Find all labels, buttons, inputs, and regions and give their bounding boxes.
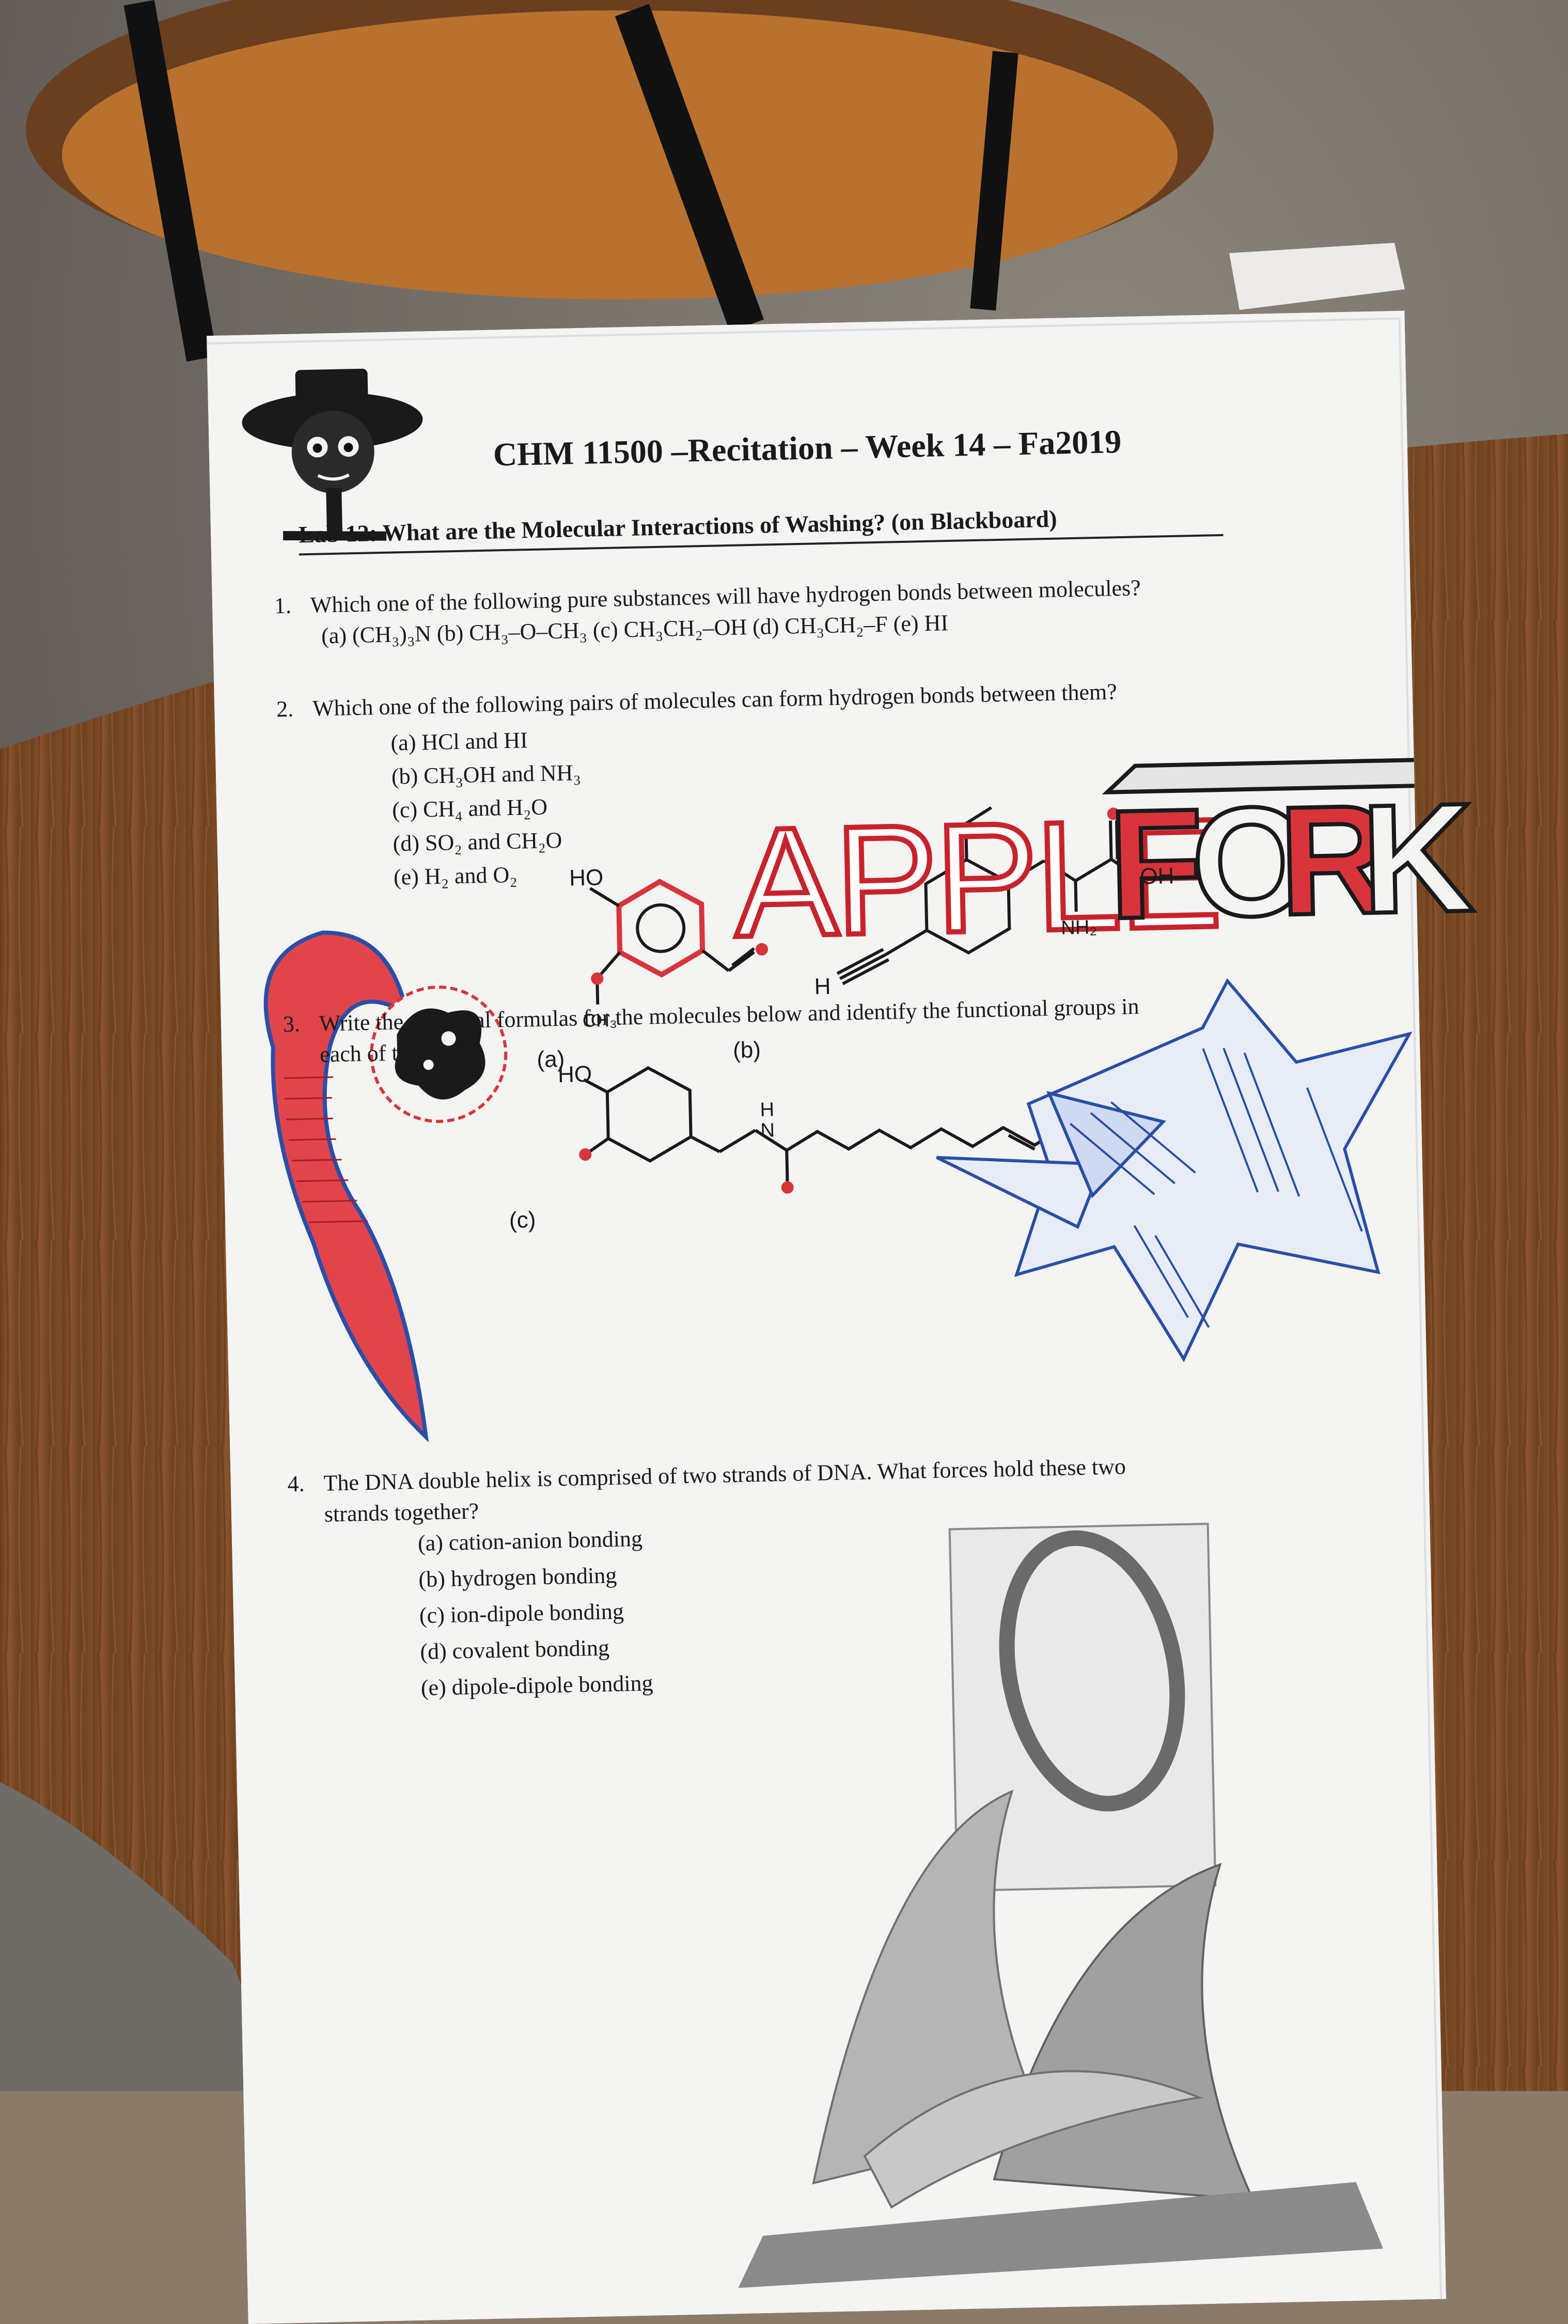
question-4-option: (d) covalent bonding [419, 1635, 610, 1664]
question-4-option: (b) hydrogen bonding [418, 1562, 617, 1592]
question-3-text-cont: each of them: [319, 1039, 444, 1067]
question-1-number: 1. [274, 592, 292, 619]
molecule-label-oh: OH [1139, 863, 1174, 890]
photo-scene: CHM 11500 –Recitation – Week 14 – Fa2019… [0, 0, 1568, 2324]
question-4-option: (a) cation-anion bonding [417, 1525, 643, 1556]
question-4-option: (c) ion-dipole bonding [419, 1598, 624, 1628]
question-4-number: 4. [287, 1471, 305, 1497]
question-2-option: (d) SO₂ and CH₂O [393, 827, 562, 856]
molecule-label-h: H [760, 1099, 775, 1121]
question-4-option: (e) dipole-dipole bonding [420, 1670, 653, 1701]
molecule-label-nh2: NH₂ [1060, 916, 1097, 939]
molecule-label-ho: HO [557, 1061, 592, 1088]
question-2-number: 2. [276, 696, 294, 722]
question-2-option: (c) CH₄ and H₂O [391, 794, 548, 823]
question-2-option: (b) CH₃OH and NH₃ [391, 760, 582, 789]
molecule-label-h: H [814, 973, 831, 1000]
question-3-number: 3. [283, 1011, 301, 1037]
molecule-label-ch3: CH₃ [582, 1009, 617, 1032]
molecule-b-label: (b) [732, 1037, 761, 1063]
molecule-label-n: N [760, 1119, 775, 1142]
question-2-option: (e) H₂ and O₂ [393, 862, 518, 890]
fork-doodle: F O R K [1105, 759, 1478, 954]
molecule-c-label: (c) [509, 1207, 536, 1234]
worksheet-paper: CHM 11500 –Recitation – Week 14 – Fa2019… [207, 310, 1478, 2324]
fork-letter: K [1358, 768, 1478, 948]
question-4-text-cont: strands together? [324, 1498, 479, 1527]
molecule-label-ho: HO [569, 865, 604, 891]
question-2-option: (a) HCl and HI [390, 727, 528, 756]
